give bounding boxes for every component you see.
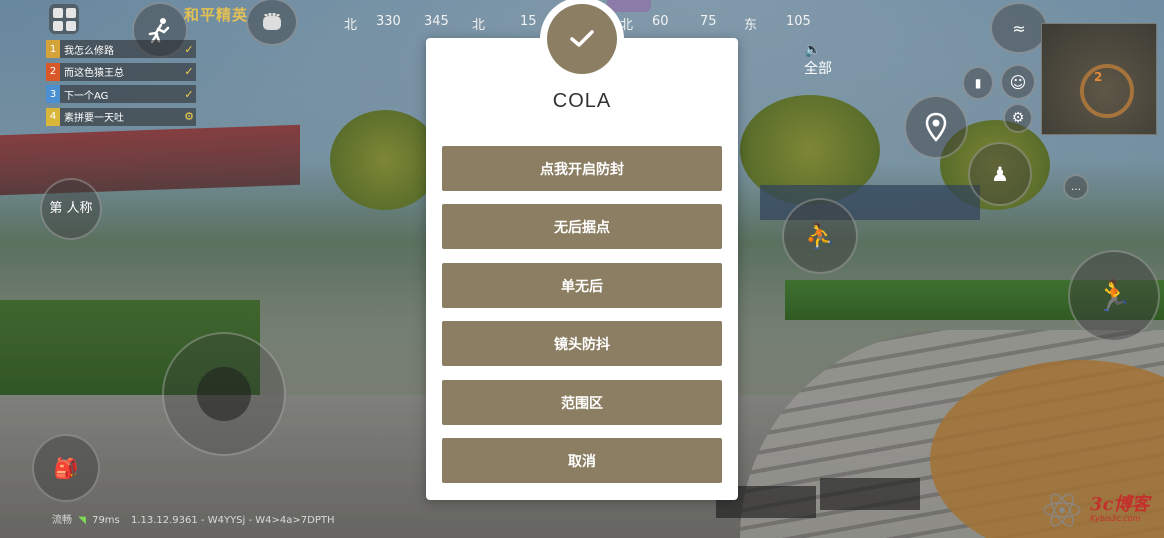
watermark-subtext: Kybis3c.com bbox=[1090, 514, 1141, 523]
perspective-label: 第 人称 bbox=[49, 201, 93, 216]
jump-button[interactable]: 🏃 bbox=[1068, 250, 1160, 342]
no-recoil-stronghold-button[interactable]: 无后据点 bbox=[442, 204, 722, 249]
fist-icon bbox=[263, 13, 281, 30]
grid-icon bbox=[52, 7, 63, 18]
team-member-name: 而这色猿王总 bbox=[64, 68, 124, 79]
stand-icon: ♟ bbox=[991, 162, 1009, 186]
top-tab[interactable] bbox=[607, 0, 651, 12]
spray-icon: ▮ bbox=[974, 76, 982, 90]
crouch-icon: ⛹ bbox=[805, 222, 835, 250]
watermark-text: 3c博客 bbox=[1090, 494, 1150, 515]
team-member-row: 3 下一个AG ✓ bbox=[46, 85, 196, 103]
compass-tick: 330 bbox=[376, 14, 401, 29]
compass-tick: 60 bbox=[652, 14, 669, 29]
compass-tick: 东 bbox=[744, 18, 758, 33]
team-member-name: 我怎么修路 bbox=[64, 45, 114, 57]
backpack-button[interactable]: 🎒 bbox=[32, 434, 100, 502]
compass-tick: 北 bbox=[344, 18, 358, 33]
emoji-button[interactable]: ☺ bbox=[1000, 64, 1036, 100]
crouch-button[interactable]: ⛹ bbox=[782, 198, 858, 274]
compass-tick: 北 bbox=[472, 18, 486, 33]
ping-value: 79ms bbox=[92, 515, 120, 526]
checkmark-icon bbox=[570, 30, 594, 47]
hud-slot bbox=[820, 478, 920, 510]
chat-button[interactable]: … bbox=[1063, 174, 1089, 200]
audio-control[interactable]: 🔈 全部 bbox=[804, 42, 832, 78]
check-icon: ✓ bbox=[184, 87, 194, 101]
team-list: 1 我怎么修路 ✓ 2 而这色猿王总 ✓ 3 下一个AG ✓ 4 素拼要一天吐 … bbox=[46, 40, 196, 130]
compass-tick: 345 bbox=[424, 14, 449, 29]
cancel-button[interactable]: 取消 bbox=[442, 438, 722, 483]
chat-icon: … bbox=[1071, 181, 1081, 193]
camera-stabilize-button[interactable]: 镜头防抖 bbox=[442, 321, 722, 366]
team-member-name: 素拼要一天吐 bbox=[64, 113, 124, 124]
gear-icon: ⚙ bbox=[184, 110, 194, 123]
team-member-number: 2 bbox=[46, 62, 60, 81]
minimap[interactable]: 2 bbox=[1041, 23, 1157, 135]
check-icon: ✓ bbox=[184, 42, 194, 56]
gear-icon: ⚙ bbox=[1011, 110, 1025, 126]
settings-button[interactable]: ⚙ bbox=[1003, 103, 1033, 133]
team-member-number: 3 bbox=[46, 85, 60, 103]
backpack-icon: 🎒 bbox=[53, 456, 79, 480]
minimap-number: 2 bbox=[1094, 70, 1103, 84]
location-pin-icon bbox=[925, 112, 947, 142]
wifi-icon: ◥ bbox=[78, 515, 86, 526]
single-no-recoil-button[interactable]: 单无后 bbox=[442, 263, 722, 308]
team-member-number: 4 bbox=[46, 107, 60, 126]
grid-menu-button[interactable] bbox=[49, 4, 79, 34]
pose-button[interactable]: ♟ bbox=[968, 142, 1032, 206]
status-prefix: 流畅 bbox=[52, 515, 72, 526]
version-text: 1.13.12.9361 - W4YYSj - W4>4a>7DPTH bbox=[130, 515, 335, 526]
swim-button[interactable]: ≈ bbox=[990, 2, 1048, 54]
team-member-row: 1 我怎么修路 ✓ bbox=[46, 40, 196, 58]
audio-label: 全部 bbox=[804, 61, 832, 77]
swim-icon: ≈ bbox=[1012, 18, 1026, 38]
game-mode-title: 和平精英 bbox=[184, 6, 249, 24]
dialog-title: COLA bbox=[552, 90, 612, 112]
connection-status: 流畅 ◥ 79ms 1.13.12.9361 - W4YYSj - W4>4a>… bbox=[52, 511, 335, 526]
compass-tick: 105 bbox=[786, 14, 811, 29]
check-icon: ✓ bbox=[184, 65, 194, 78]
range-zone-button[interactable]: 范围区 bbox=[442, 380, 722, 425]
compass-tick: 15 bbox=[520, 14, 537, 29]
team-member-name: 下一个AG bbox=[64, 90, 109, 102]
movement-joystick[interactable] bbox=[162, 332, 286, 456]
minimap-marker bbox=[1080, 64, 1134, 118]
fist-button[interactable] bbox=[246, 0, 298, 46]
smile-icon: ☺ bbox=[1009, 72, 1027, 92]
team-member-row: 4 素拼要一天吐 ⚙ bbox=[46, 107, 196, 126]
spray-button[interactable]: ▮ bbox=[962, 66, 994, 100]
jump-icon: 🏃 bbox=[1095, 278, 1133, 314]
team-member-number: 1 bbox=[46, 40, 60, 58]
team-member-row: 2 而这色猿王总 ✓ bbox=[46, 62, 196, 81]
compass-tick: 75 bbox=[700, 14, 717, 29]
joystick-knob[interactable] bbox=[197, 367, 251, 421]
check-badge bbox=[540, 0, 624, 81]
speaker-icon: 🔈 bbox=[804, 42, 822, 58]
anti-ban-button[interactable]: 点我开启防封 bbox=[442, 146, 722, 191]
map-marker-button[interactable] bbox=[904, 95, 968, 159]
perspective-toggle[interactable]: 第 人称 bbox=[40, 178, 102, 240]
